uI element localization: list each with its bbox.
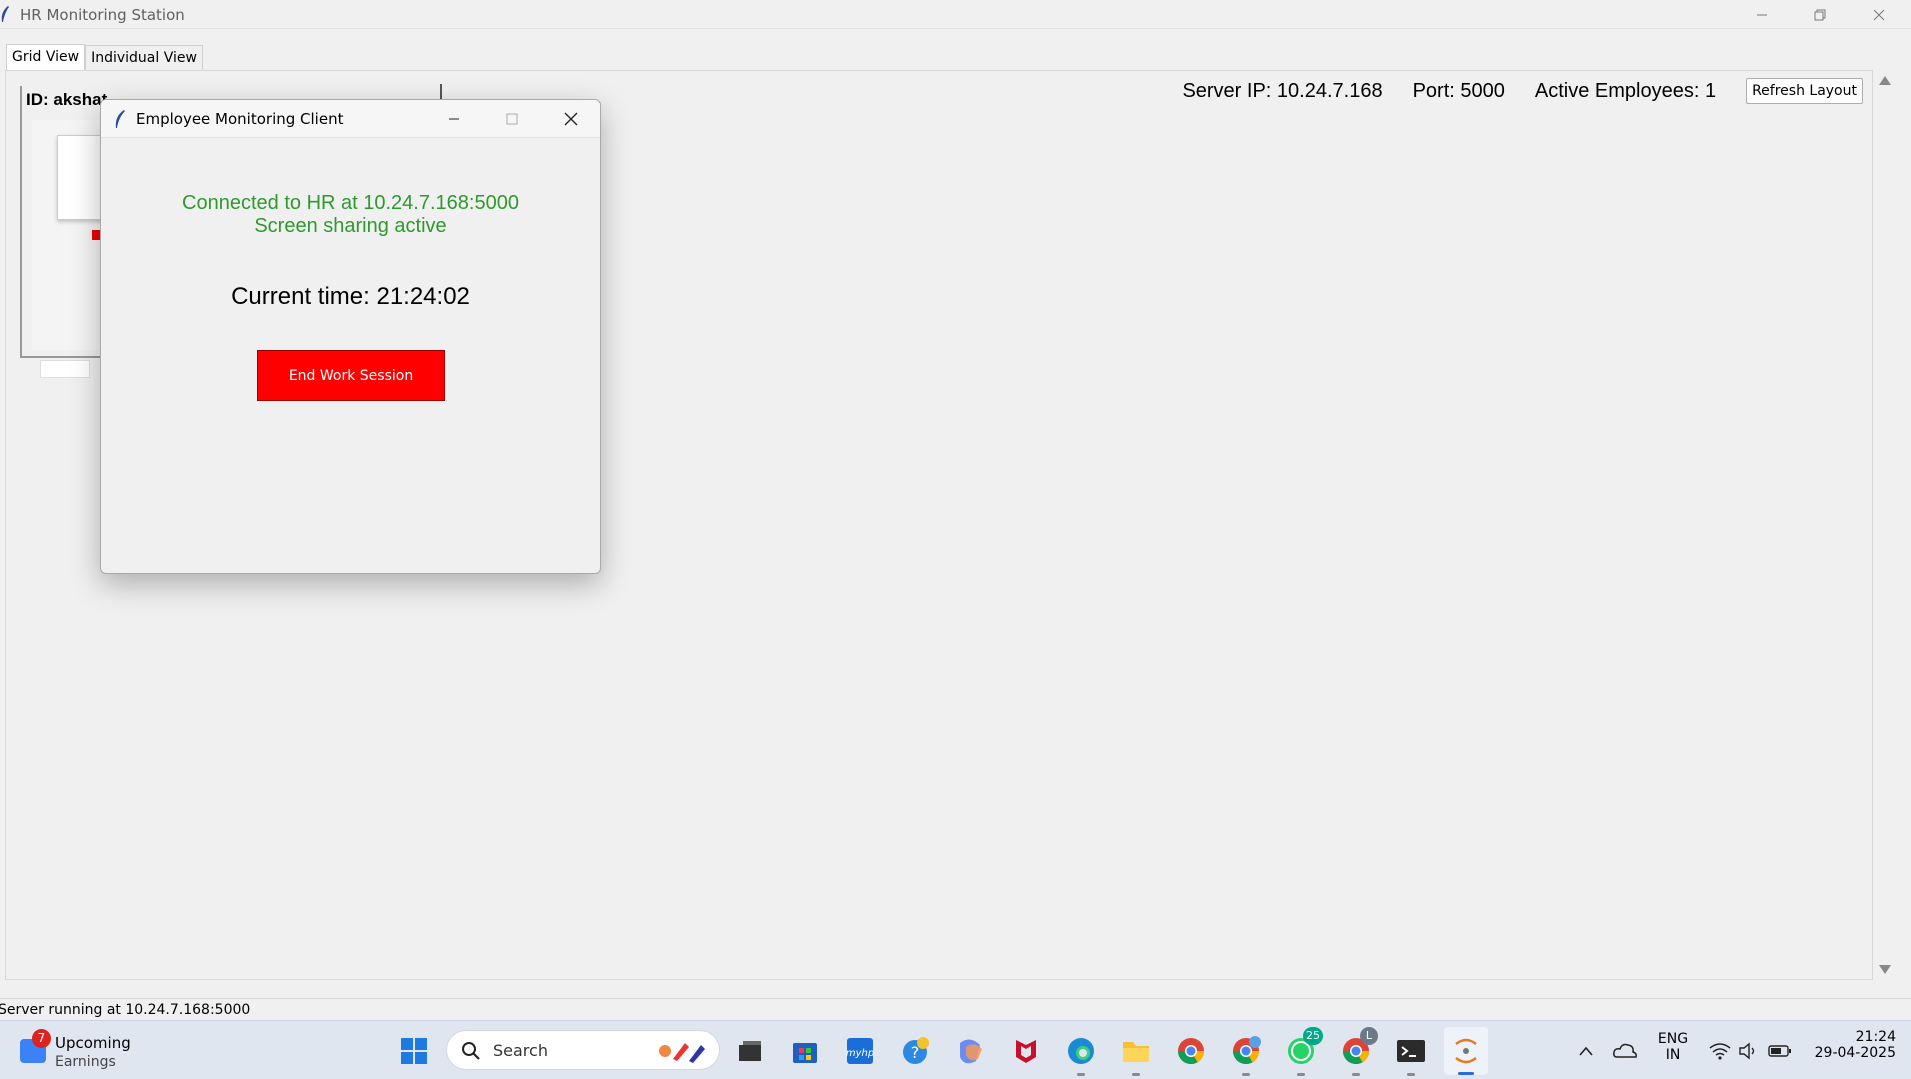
minimize-button[interactable]: [1733, 0, 1791, 29]
connection-status-line1: Connected to HR at 10.24.7.168:5000: [182, 192, 519, 214]
running-indicator: [1297, 1073, 1305, 1076]
current-time-label: Current time: 21:24:02: [231, 283, 470, 310]
status-bar: Server running at 10.24.7.168:5000: [0, 998, 1911, 1020]
file-manager-icon[interactable]: [734, 1035, 766, 1067]
help-icon[interactable]: ?: [900, 1035, 932, 1067]
weather-widget[interactable]: 7 Upcoming Earnings: [18, 1029, 168, 1073]
window-title: HR Monitoring Station: [20, 6, 185, 24]
server-status-text: Server running at 10.24.7.168:5000: [0, 1002, 251, 1018]
running-indicator: [1352, 1073, 1360, 1076]
language-line1: ENG: [1657, 1031, 1689, 1047]
whatsapp-icon[interactable]: 25: [1285, 1027, 1323, 1076]
myhp-icon[interactable]: myhp: [844, 1035, 876, 1067]
chrome-profile-letter: L: [1360, 1027, 1378, 1045]
scroll-down-arrow-icon[interactable]: [1879, 965, 1891, 974]
feather-icon: [115, 110, 125, 128]
thumbnail-taskbar: [40, 360, 90, 378]
view-tabs: Grid View Individual View: [6, 43, 203, 72]
active-employees-label: Active Employees: 1: [1534, 79, 1717, 102]
connection-status-line2: Screen sharing active: [254, 215, 447, 237]
client-close-button[interactable]: [542, 100, 600, 138]
search-highlight-icon: [659, 1043, 705, 1063]
terminal-icon[interactable]: [1395, 1035, 1427, 1076]
server-ip-label: Server IP: 10.24.7.168: [1182, 79, 1383, 102]
close-button[interactable]: [1850, 0, 1908, 29]
running-indicator: [1077, 1073, 1085, 1076]
feather-icon: [1, 6, 9, 22]
svg-text:?: ?: [911, 1043, 920, 1062]
refresh-layout-button[interactable]: Refresh Layout: [1746, 78, 1863, 104]
language-line2: IN: [1665, 1047, 1681, 1063]
copilot-icon[interactable]: [955, 1035, 987, 1067]
minimize-icon: [1757, 14, 1767, 15]
folder-icon[interactable]: [1120, 1035, 1152, 1076]
clock-date: 29-04-2025: [1814, 1045, 1896, 1061]
vertical-scrollbar[interactable]: [1875, 70, 1895, 980]
restore-icon: [1814, 9, 1826, 20]
python-tk-icon[interactable]: [1450, 1035, 1482, 1067]
employee-monitoring-client-window: Employee Monitoring Client Connected to …: [100, 99, 601, 574]
minimize-icon: [449, 118, 459, 120]
svg-text:myhp: myhp: [846, 1048, 874, 1059]
taskbar-search-box[interactable]: Search: [446, 1030, 720, 1070]
chrome-profile-icon[interactable]: [1230, 1035, 1262, 1076]
connection-status: Connected to HR at 10.24.7.168:5000 Scre…: [101, 192, 600, 238]
restore-button[interactable]: [1791, 0, 1849, 29]
whatsapp-badge: 25: [1303, 1027, 1323, 1045]
chrome-profile-l-icon[interactable]: L: [1340, 1027, 1378, 1076]
windows-taskbar: 7 Upcoming Earnings Search myhp ? 25 L E…: [0, 1020, 1911, 1079]
microsoft-store-icon[interactable]: [789, 1035, 821, 1067]
widget-title: Upcoming: [55, 1034, 131, 1052]
client-maximize-button[interactable]: [483, 100, 541, 138]
running-indicator: [1132, 1073, 1140, 1076]
chevron-up-icon[interactable]: [1570, 1035, 1602, 1067]
widget-badge: 7: [32, 1029, 51, 1048]
tab-individual-view[interactable]: Individual View: [85, 45, 203, 71]
chrome-icon[interactable]: [1175, 1035, 1207, 1067]
edge-icon[interactable]: [1065, 1035, 1097, 1076]
clock-time: 21:24: [1855, 1029, 1896, 1045]
language-indicator[interactable]: ENG IN: [1656, 1031, 1690, 1063]
onedrive-sync-icon[interactable]: [1609, 1035, 1641, 1067]
windows-start-icon[interactable]: [398, 1035, 430, 1067]
tab-grid-view[interactable]: Grid View: [6, 44, 86, 72]
server-info-bar: Server IP: 10.24.7.168 Port: 5000 Active…: [1182, 78, 1863, 104]
card-divider: [440, 84, 442, 100]
search-icon: [462, 1042, 480, 1060]
running-indicator: [1242, 1073, 1250, 1076]
close-icon: [564, 112, 578, 126]
active-app-indicator: [1458, 1072, 1474, 1075]
client-minimize-button[interactable]: [425, 100, 483, 138]
battery-icon[interactable]: [1764, 1035, 1796, 1067]
maximize-icon: [506, 113, 518, 125]
running-indicator: [1407, 1073, 1415, 1076]
main-titlebar: HR Monitoring Station: [0, 0, 1911, 29]
port-label: Port: 5000: [1412, 79, 1505, 102]
close-icon: [1873, 9, 1885, 20]
client-title: Employee Monitoring Client: [136, 110, 344, 128]
end-work-session-button[interactable]: End Work Session: [257, 350, 445, 401]
clock[interactable]: 21:24 29-04-2025: [1806, 1029, 1896, 1061]
widget-subtitle: Earnings: [55, 1054, 116, 1070]
search-placeholder: Search: [493, 1041, 548, 1060]
scroll-up-arrow-icon[interactable]: [1879, 76, 1891, 85]
client-titlebar: Employee Monitoring Client: [101, 100, 600, 138]
volume-icon[interactable]: [1732, 1035, 1764, 1067]
mcafee-icon[interactable]: [1010, 1035, 1042, 1067]
employee-id-label: ID: akshat: [26, 90, 108, 109]
